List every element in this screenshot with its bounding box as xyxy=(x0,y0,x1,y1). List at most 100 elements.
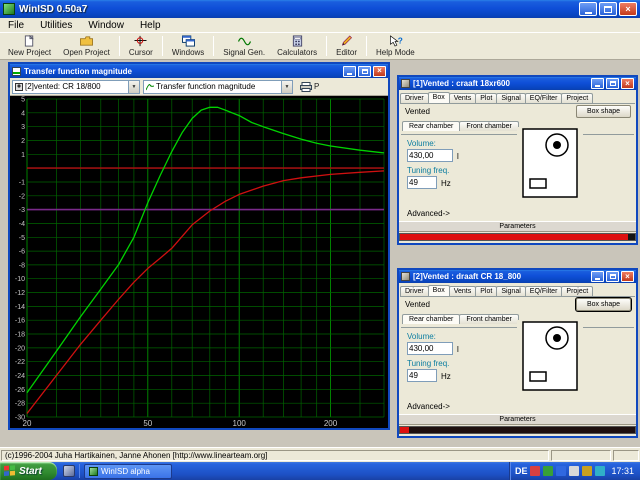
svg-text:-18: -18 xyxy=(15,332,25,339)
close-button[interactable]: × xyxy=(621,78,634,89)
advanced-link[interactable]: Advanced-> xyxy=(407,402,450,411)
close-button[interactable]: × xyxy=(621,271,634,282)
chevron-down-icon[interactable]: ▼ xyxy=(128,80,139,93)
svg-text:-14: -14 xyxy=(15,304,25,311)
tab-vents[interactable]: Vents xyxy=(448,93,477,103)
maximize-button[interactable] xyxy=(358,65,371,77)
tray-icon[interactable] xyxy=(569,466,580,476)
svg-text:2: 2 xyxy=(21,138,25,145)
tray-icon[interactable] xyxy=(582,466,593,476)
parameters-progress-bar xyxy=(399,426,636,434)
status-bar: (c)1996-2004 Juha Hartikainen, Janne Aho… xyxy=(0,447,640,462)
calculators-button[interactable]: Calculators xyxy=(271,34,323,58)
plot-type-combo[interactable]: Transfer function magnitude ▼ xyxy=(143,79,293,94)
close-button[interactable]: × xyxy=(619,2,637,16)
project-selector-combo[interactable]: [2]vented: CR 18/800 ▼ xyxy=(12,79,140,94)
menu-window[interactable]: Window xyxy=(80,19,132,32)
cursor-button[interactable]: Cursor xyxy=(123,34,159,58)
editor-button[interactable]: Editor xyxy=(330,34,363,58)
tab-rear-chamber[interactable]: Rear chamber xyxy=(402,314,461,324)
project1-titlebar[interactable]: [1]Vented : craaft 18xr600 × xyxy=(399,77,636,90)
chevron-down-icon[interactable]: ▼ xyxy=(281,80,292,93)
close-button[interactable]: × xyxy=(373,65,386,77)
transfer-magnitude-plot[interactable]: 20 50 100 200 5 4 3 2 1 -1 -2 -3 -4 -5 -6 -8 -10 -12 -14 -1… xyxy=(10,96,388,428)
box-shape-button[interactable]: Box shape xyxy=(576,105,631,118)
project2-title: [2]Vented : draaft CR 18_800 xyxy=(413,272,522,281)
toolbar-separator xyxy=(161,36,163,56)
main-titlebar[interactable]: WinISD 0.50a7 × xyxy=(0,0,640,18)
app-icon xyxy=(3,3,15,15)
tab-plot[interactable]: Plot xyxy=(475,286,498,296)
minimize-button[interactable] xyxy=(579,2,597,16)
project2-titlebar[interactable]: [2]Vented : draaft CR 18_800 × xyxy=(399,270,636,283)
advanced-link[interactable]: Advanced-> xyxy=(407,209,450,218)
main-toolbar: New Project Open Project Cursor Windows … xyxy=(0,33,640,60)
windows-button[interactable]: Windows xyxy=(166,34,210,58)
menu-help[interactable]: Help xyxy=(132,19,169,32)
new-project-button[interactable]: New Project xyxy=(2,34,57,58)
tab-front-chamber[interactable]: Front chamber xyxy=(459,121,519,131)
new-project-icon xyxy=(24,35,34,47)
box-diagram xyxy=(517,320,583,394)
menu-file[interactable]: File xyxy=(0,19,32,32)
tab-plot[interactable]: Plot xyxy=(475,93,498,103)
tuning-freq-unit: Hz xyxy=(441,179,451,188)
print-button[interactable]: P xyxy=(296,81,323,93)
transfer-window-icon xyxy=(12,66,21,76)
svg-text:-1: -1 xyxy=(19,180,25,187)
menu-utilities[interactable]: Utilities xyxy=(32,19,80,32)
taskbar-task-winisd[interactable]: WinISD alpha xyxy=(84,463,172,479)
tray-icon[interactable] xyxy=(530,466,541,476)
svg-text:3: 3 xyxy=(21,124,25,131)
box-shape-button[interactable]: Box shape xyxy=(575,297,632,312)
start-button[interactable]: Start xyxy=(0,462,57,480)
status-text: (c)1996-2004 Juha Hartikainen, Janne Aho… xyxy=(1,449,549,461)
svg-text:-5: -5 xyxy=(19,235,25,242)
box-type-label: Vented xyxy=(405,300,430,309)
tray-icon[interactable] xyxy=(543,466,554,476)
minimize-button[interactable] xyxy=(343,65,356,77)
maximize-button[interactable] xyxy=(606,271,619,282)
maximize-button[interactable] xyxy=(599,2,617,16)
progress-fill xyxy=(400,234,628,240)
tab-driver[interactable]: Driver xyxy=(400,93,429,103)
tab-front-chamber[interactable]: Front chamber xyxy=(459,314,519,324)
tab-rear-chamber[interactable]: Rear chamber xyxy=(402,121,461,131)
tab-box[interactable]: Box xyxy=(427,92,450,103)
status-panel xyxy=(613,449,639,461)
quick-launch-icon[interactable] xyxy=(63,465,75,477)
minimize-button[interactable] xyxy=(591,271,604,282)
tab-eq-filter[interactable]: EQ/Filter xyxy=(524,93,563,103)
tab-driver[interactable]: Driver xyxy=(400,286,429,296)
toolbar-separator xyxy=(366,36,368,56)
svg-text:100: 100 xyxy=(233,419,247,428)
tab-box[interactable]: Box xyxy=(427,285,450,296)
volume-input[interactable] xyxy=(407,149,453,162)
signal-gen-button[interactable]: Signal Gen. xyxy=(217,34,271,58)
project1-title: [1]Vented : craaft 18xr600 xyxy=(413,79,510,88)
sine-wave-icon xyxy=(237,37,251,46)
tab-vents[interactable]: Vents xyxy=(448,286,477,296)
minimize-button[interactable] xyxy=(591,78,604,89)
taskbar-clock: 17:31 xyxy=(611,466,634,476)
tab-signal[interactable]: Signal xyxy=(496,93,526,103)
tab-signal[interactable]: Signal xyxy=(496,286,526,296)
tab-eq-filter[interactable]: EQ/Filter xyxy=(524,286,563,296)
open-project-button[interactable]: Open Project xyxy=(57,34,116,58)
transfer-window-titlebar[interactable]: Transfer function magnitude × xyxy=(10,64,388,78)
volume-input[interactable] xyxy=(407,342,453,355)
tuning-freq-input[interactable] xyxy=(407,369,437,382)
maximize-button[interactable] xyxy=(606,78,619,89)
tab-project[interactable]: Project xyxy=(561,286,594,296)
calculator-icon xyxy=(292,35,302,47)
winisd-main-window: WinISD 0.50a7 × File Utilities Window He… xyxy=(0,0,640,462)
tuning-freq-input[interactable] xyxy=(407,176,437,189)
windows-flag-icon xyxy=(4,465,15,476)
tray-icon[interactable] xyxy=(595,466,606,476)
tray-icon[interactable] xyxy=(556,466,567,476)
svg-text:-30: -30 xyxy=(15,415,25,422)
language-indicator[interactable]: DE xyxy=(515,466,528,476)
tab-project[interactable]: Project xyxy=(561,93,594,103)
help-mode-button[interactable]: ? Help Mode xyxy=(370,34,421,58)
taskbar-divider xyxy=(79,464,80,478)
